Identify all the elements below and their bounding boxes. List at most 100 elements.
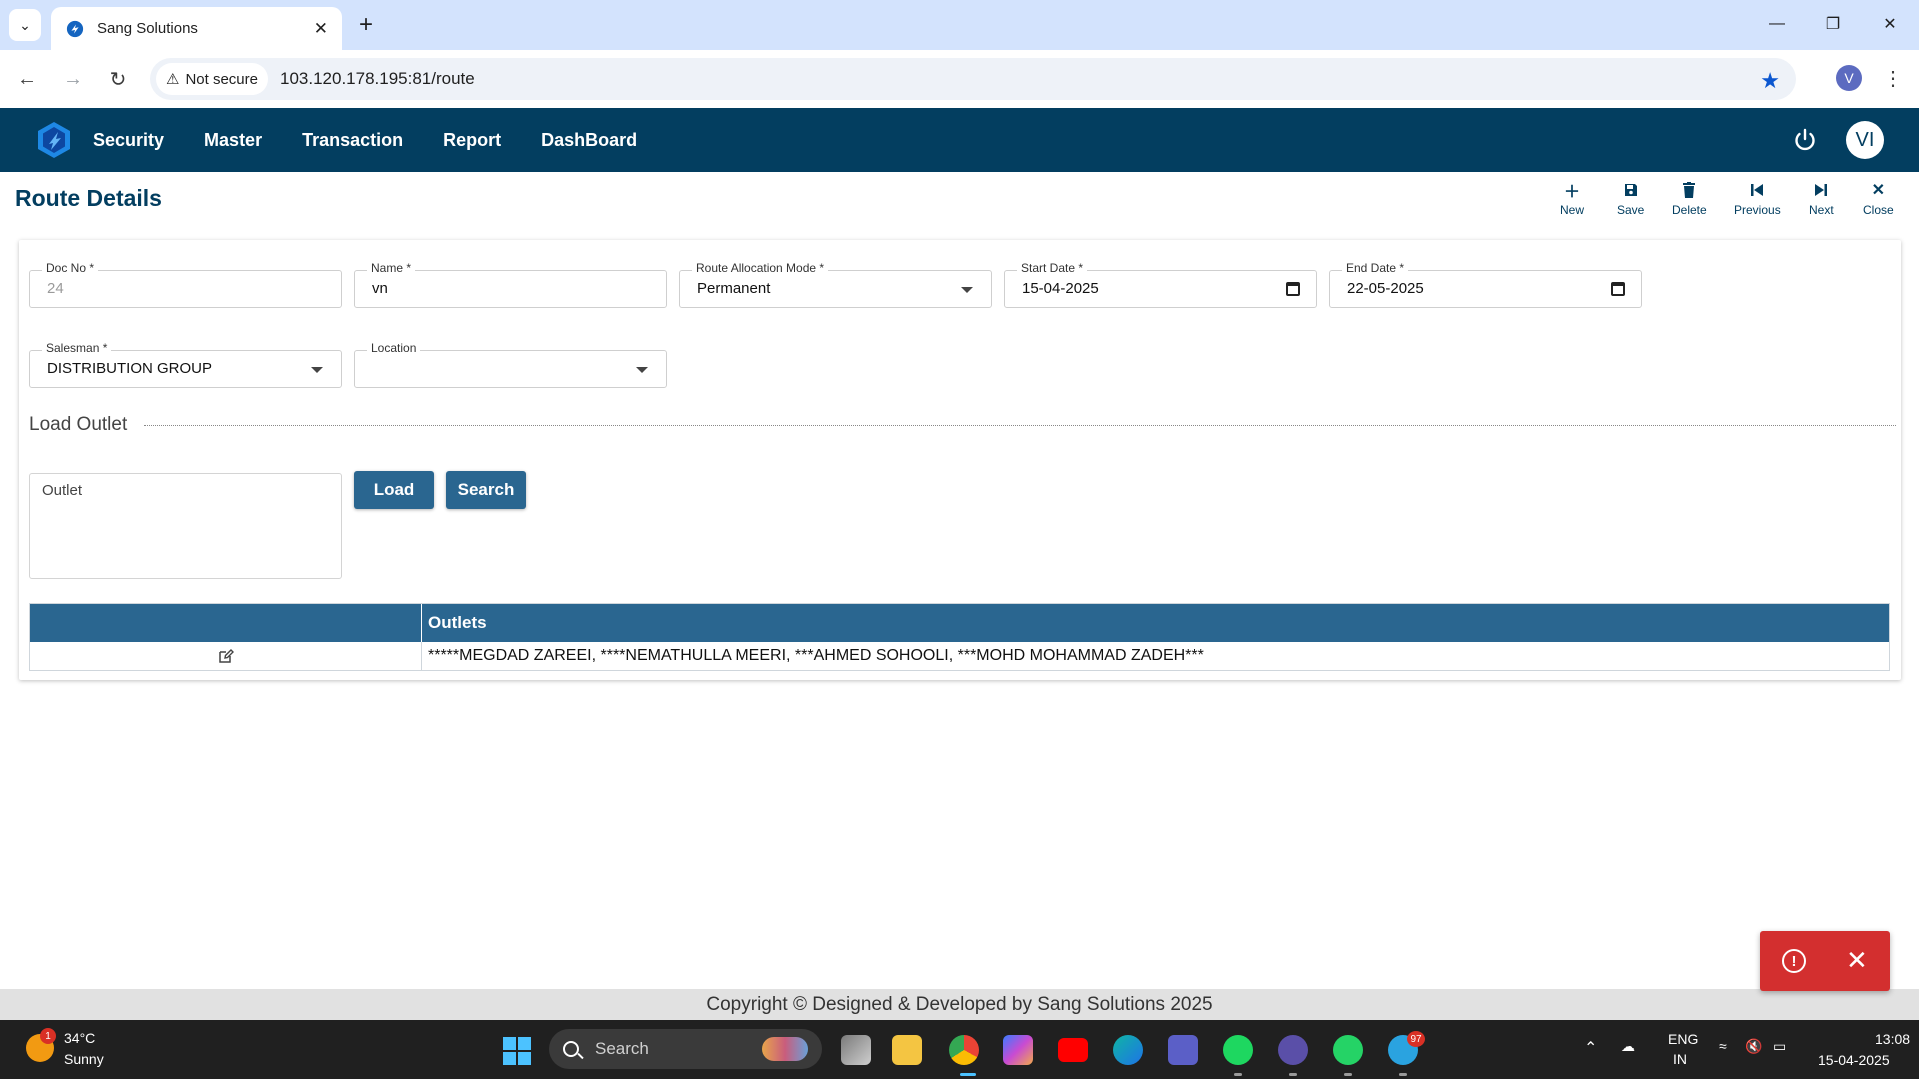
- address-bar[interactable]: ⚠ Not secure 103.120.178.195:81/route ★: [150, 58, 1796, 100]
- chrome-icon[interactable]: [949, 1035, 979, 1065]
- calendar-icon[interactable]: [1286, 282, 1300, 296]
- spotify-icon[interactable]: [1223, 1035, 1253, 1065]
- load-button[interactable]: Load: [354, 471, 434, 509]
- speaker-muted-icon[interactable]: 🔇: [1745, 1038, 1762, 1055]
- new-tab-button[interactable]: +: [352, 11, 380, 39]
- nav-security[interactable]: Security: [93, 130, 164, 151]
- weather-temp[interactable]: 34°C: [64, 1030, 95, 1046]
- doc-no-field[interactable]: Doc No * 24: [29, 261, 342, 308]
- weather-condition[interactable]: Sunny: [64, 1051, 104, 1067]
- warning-icon: ⚠: [166, 71, 180, 88]
- region[interactable]: IN: [1673, 1051, 1687, 1067]
- close-button[interactable]: ✕ Close: [1863, 180, 1894, 217]
- name-value: vn: [372, 280, 388, 297]
- onedrive-cloud-icon[interactable]: ☁: [1621, 1038, 1635, 1055]
- back-arrow-icon[interactable]: ←: [12, 64, 42, 94]
- chevron-up-icon[interactable]: ⌃: [1584, 1038, 1597, 1058]
- window-close-button[interactable]: ✕: [1870, 8, 1910, 40]
- name-field[interactable]: Name * vn: [354, 261, 667, 308]
- edge-icon[interactable]: [1113, 1035, 1143, 1065]
- running-indicator: [1344, 1073, 1352, 1076]
- start-date-field[interactable]: Start Date * 15-04-2025: [1004, 261, 1317, 308]
- media-player-icon[interactable]: [1278, 1035, 1308, 1065]
- outlets-table: Outlets *****MEGDAD ZAREEI, ****NEMATHUL…: [29, 603, 1890, 671]
- save-icon: [1624, 180, 1638, 200]
- table-header-action: [30, 604, 422, 642]
- salesman-select[interactable]: Salesman * DISTRIBUTION GROUP: [29, 341, 342, 388]
- outlet-placeholder: Outlet: [42, 482, 83, 499]
- app-header: Security Master Transaction Report DashB…: [0, 108, 1919, 172]
- wifi-icon[interactable]: ≈: [1719, 1038, 1727, 1054]
- edit-icon[interactable]: [218, 648, 234, 664]
- end-date-field[interactable]: End Date * 22-05-2025: [1329, 261, 1642, 308]
- browser-tabstrip: ⌄ Sang Solutions ✕ + — ❐ ✕: [0, 0, 1919, 50]
- nav-master[interactable]: Master: [204, 130, 262, 151]
- windows-start-icon[interactable]: [503, 1037, 531, 1065]
- start-date-value: 15-04-2025: [1022, 280, 1099, 297]
- page-footer: Copyright © Designed & Developed by Sang…: [0, 989, 1919, 1020]
- delete-button[interactable]: Delete: [1672, 180, 1707, 217]
- nav-transaction[interactable]: Transaction: [302, 130, 403, 151]
- restore-button[interactable]: ❐: [1813, 8, 1853, 40]
- route-allocation-mode-select[interactable]: Route Allocation Mode * Permanent: [679, 261, 992, 308]
- trash-icon: [1682, 180, 1696, 200]
- alert-circle-icon: !: [1782, 949, 1806, 973]
- search-icon: [563, 1041, 579, 1057]
- load-outlet-legend: Load Outlet: [29, 414, 128, 435]
- search-highlight-icon: [762, 1037, 808, 1061]
- power-icon[interactable]: [1791, 126, 1819, 154]
- outlet-textarea[interactable]: Outlet: [29, 473, 342, 579]
- site-favicon-icon: [65, 19, 85, 39]
- forward-arrow-icon[interactable]: →: [58, 64, 88, 94]
- tab-search-button[interactable]: ⌄: [9, 9, 41, 41]
- new-button[interactable]: ＋ New: [1560, 180, 1584, 217]
- site-info-chip[interactable]: ⚠ Not secure: [156, 63, 268, 95]
- location-select[interactable]: Location: [354, 341, 667, 388]
- search-button[interactable]: Search: [446, 471, 526, 509]
- running-indicator: [1399, 1073, 1407, 1076]
- copilot-icon[interactable]: [1003, 1035, 1033, 1065]
- previous-button[interactable]: Previous: [1734, 180, 1781, 217]
- clock-date[interactable]: 15-04-2025: [1818, 1052, 1890, 1068]
- user-avatar[interactable]: VI: [1846, 121, 1884, 159]
- weather-badge: 1: [40, 1028, 56, 1044]
- edit-cell: [30, 642, 422, 670]
- file-explorer-icon[interactable]: [892, 1035, 922, 1065]
- battery-icon[interactable]: ▭: [1773, 1038, 1786, 1055]
- save-button[interactable]: Save: [1617, 180, 1644, 217]
- bookmark-star-icon[interactable]: ★: [1760, 68, 1780, 94]
- section-divider: [144, 425, 1896, 426]
- task-view-icon[interactable]: [841, 1035, 871, 1065]
- nav-dashboard[interactable]: DashBoard: [541, 130, 637, 151]
- youtube-icon[interactable]: [1058, 1038, 1088, 1062]
- more-menu-icon[interactable]: ⋮: [1880, 64, 1906, 92]
- profile-avatar[interactable]: V: [1836, 65, 1862, 91]
- windows-taskbar: 1 34°C Sunny Search 97 ⌃ ☁ ENG IN ≈ 🔇 ▭ …: [0, 1020, 1919, 1079]
- toast-close-icon[interactable]: ✕: [1846, 945, 1868, 976]
- minimize-button[interactable]: —: [1757, 8, 1797, 40]
- clock-time[interactable]: 13:08: [1875, 1031, 1910, 1047]
- tab-title: Sang Solutions: [97, 20, 198, 37]
- tab-close-icon[interactable]: ✕: [314, 19, 328, 39]
- url-text[interactable]: 103.120.178.195:81/route: [280, 69, 475, 89]
- language[interactable]: ENG: [1668, 1031, 1698, 1047]
- taskbar-search[interactable]: Search: [549, 1029, 822, 1069]
- salesman-value: DISTRIBUTION GROUP: [47, 360, 213, 377]
- reload-icon[interactable]: ↻: [103, 64, 133, 94]
- route-form-card: Doc No * 24 Name * vn Route Allocation M…: [19, 240, 1901, 680]
- next-button[interactable]: Next: [1809, 180, 1834, 217]
- app-logo-icon: [38, 122, 70, 158]
- page-title: Route Details: [15, 185, 162, 211]
- nav-report[interactable]: Report: [443, 130, 501, 151]
- running-indicator: [1234, 1073, 1242, 1076]
- table-header: Outlets: [30, 604, 1889, 642]
- end-date-value: 22-05-2025: [1347, 280, 1424, 297]
- calendar-icon[interactable]: [1611, 282, 1625, 296]
- browser-tab[interactable]: Sang Solutions ✕: [51, 7, 342, 50]
- teams-icon[interactable]: [1168, 1035, 1198, 1065]
- table-row: *****MEGDAD ZAREEI, ****NEMATHULLA MEERI…: [30, 642, 1889, 670]
- skip-next-icon: [1815, 180, 1828, 200]
- whatsapp-icon[interactable]: [1333, 1035, 1363, 1065]
- doc-no-value: 24: [47, 280, 64, 297]
- close-icon: ✕: [1871, 182, 1886, 199]
